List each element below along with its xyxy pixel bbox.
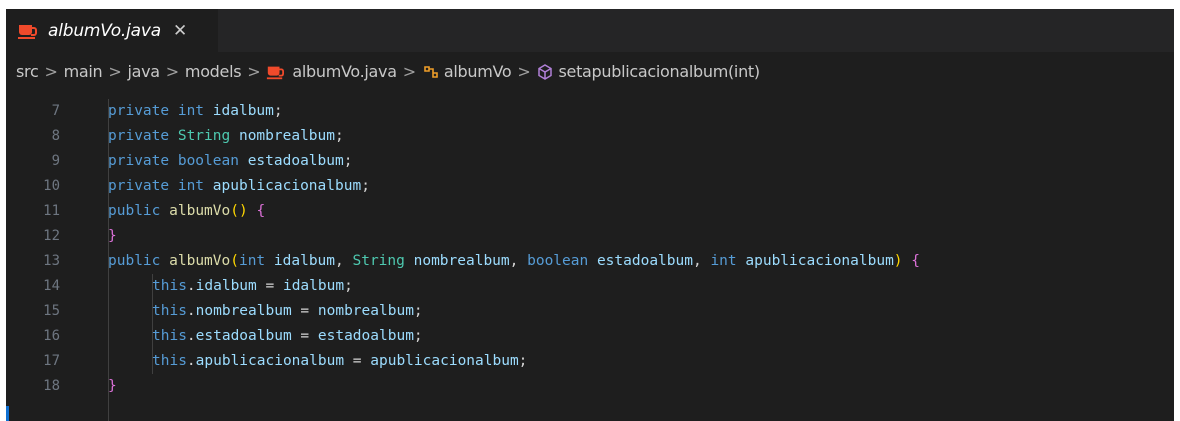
java-file-icon — [18, 22, 37, 40]
breadcrumb-item-src[interactable]: src — [16, 62, 39, 81]
code-line[interactable]: private int apublicacionalbum; — [108, 174, 920, 199]
chevron-right-icon: > — [517, 62, 531, 81]
line-number: 14 — [43, 278, 60, 294]
code-line[interactable]: private int idalbum; — [108, 99, 920, 124]
line-number: 16 — [43, 328, 60, 344]
tab-bar: albumVo.java ✕ — [6, 9, 1174, 52]
code-line[interactable]: } — [108, 224, 920, 249]
line-number: 17 — [43, 353, 60, 369]
chevron-right-icon: > — [44, 62, 58, 81]
code-line[interactable]: this.estadoalbum = estadoalbum; — [108, 324, 920, 349]
breadcrumb-item-java[interactable]: java — [127, 62, 160, 81]
line-number: 13 — [43, 253, 60, 269]
chevron-right-icon: > — [402, 62, 416, 81]
code-line[interactable]: public albumVo() { — [108, 199, 920, 224]
code-line[interactable]: private String nombrealbum; — [108, 124, 920, 149]
line-number: 11 — [43, 203, 60, 219]
activity-indicator — [6, 406, 9, 421]
code-line[interactable]: } — [108, 374, 920, 399]
line-number: 18 — [43, 378, 60, 394]
code-line[interactable]: private boolean estadoalbum; — [108, 149, 920, 174]
line-number: 7 — [51, 103, 60, 119]
breadcrumb: src > main > java > models > albumVo.jav… — [6, 52, 1174, 91]
tab-albumvo-java[interactable]: albumVo.java ✕ — [6, 9, 218, 52]
code-line[interactable]: this.idalbum = idalbum; — [108, 274, 920, 299]
line-number: 9 — [51, 153, 60, 169]
breadcrumb-item-main[interactable]: main — [64, 62, 103, 81]
code-line[interactable]: public albumVo(int idalbum, String nombr… — [108, 249, 920, 274]
code-line[interactable]: this.apublicacionalbum = apublicacionalb… — [108, 349, 920, 374]
tab-label: albumVo.java — [48, 20, 161, 41]
java-file-icon — [267, 63, 285, 79]
line-number: 10 — [43, 178, 60, 194]
line-number: 8 — [51, 128, 60, 144]
line-number: 12 — [43, 228, 60, 244]
code-lines[interactable]: private int idalbum; private String nombr… — [108, 99, 920, 399]
code-editor[interactable]: 7 8 9 10 11 12 13 14 15 16 17 18 private… — [6, 99, 1174, 421]
line-number: 15 — [43, 303, 60, 319]
breadcrumb-item-models[interactable]: models — [185, 62, 242, 81]
breadcrumb-item-file[interactable]: albumVo.java — [292, 62, 397, 81]
code-line[interactable]: this.nombrealbum = nombrealbum; — [108, 299, 920, 324]
editor-window: albumVo.java ✕ src > main > java > model… — [6, 9, 1174, 421]
method-icon — [538, 63, 553, 80]
chevron-right-icon: > — [165, 62, 179, 81]
breadcrumb-item-class[interactable]: albumVo — [444, 62, 512, 81]
breadcrumb-item-method[interactable]: setapublicacionalbum(int) — [558, 62, 760, 81]
close-icon[interactable]: ✕ — [173, 21, 187, 41]
class-icon — [424, 65, 438, 78]
chevron-right-icon: > — [108, 62, 122, 81]
line-number-gutter: 7 8 9 10 11 12 13 14 15 16 17 18 — [6, 99, 68, 399]
chevron-right-icon: > — [247, 62, 261, 81]
